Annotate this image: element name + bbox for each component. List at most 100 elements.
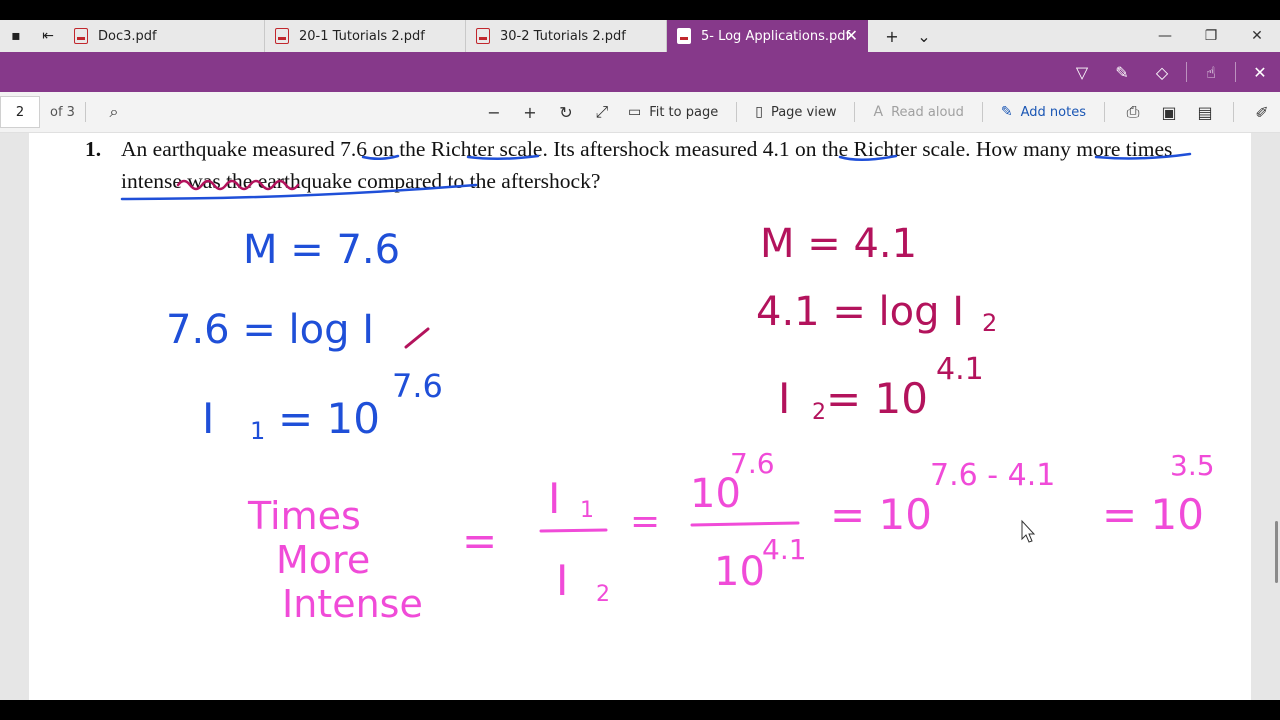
ink-left-i1: I (202, 394, 214, 443)
ink-eq-2: = (630, 501, 660, 542)
page-count: of 3 (50, 104, 75, 120)
tab-actions-icon[interactable]: ▪ (0, 20, 32, 52)
read-aloud-button[interactable]: A Read aloud (873, 104, 963, 120)
page-view-label: Page view (770, 104, 837, 120)
document-viewer[interactable]: 1. An earthquake measured 7.6 on the Ric… (0, 133, 1280, 700)
rotate-icon[interactable]: ↻ (548, 103, 584, 122)
underline-4-1 (838, 154, 898, 161)
ink-label-times: Times (247, 494, 361, 538)
pin-toolbar-icon[interactable]: ✐ (1244, 103, 1280, 122)
ink-annotations: M = 7.6 7.6 = log I I 1 = 10 7.6 M = 4.1… (120, 152, 1215, 626)
ink-eq-3-exp: 7.6 - 4.1 (930, 458, 1055, 493)
zoom-out-icon[interactable]: − (476, 103, 512, 122)
save-as-icon[interactable]: ▤ (1187, 103, 1223, 122)
underline-richter (466, 154, 540, 161)
eraser-icon[interactable]: ◇ (1142, 63, 1182, 82)
ink-frac2-num-exp: 7.6 (730, 447, 775, 480)
touch-writing-icon[interactable]: ☝ (1191, 63, 1231, 82)
ink-left-eq: 7.6 = log I (166, 307, 374, 353)
page-view-button[interactable]: ▯ Page view (755, 104, 836, 120)
tab-label: 5- Log Applications.pdf (701, 28, 851, 44)
full-screen-icon[interactable]: ⤢ (584, 102, 620, 122)
ink-eq-4-exp: 3.5 (1170, 449, 1215, 482)
tab-label: 30-2 Tutorials 2.pdf (500, 28, 626, 44)
fit-to-page-icon: ▭ (627, 104, 642, 120)
tab-30-2-tutorials[interactable]: 30-2 Tutorials 2.pdf (466, 20, 667, 52)
page-number-input[interactable]: 2 (0, 96, 40, 128)
ink-right-equals: = 10 (826, 374, 928, 423)
toolbar-divider (1104, 102, 1105, 122)
ink-right-eq-sub: 2 (982, 309, 997, 337)
add-notes-button[interactable]: ✎ Add notes (1001, 104, 1086, 120)
ink-toolbar: ▽ ✎ ◇ ☝ ✕ (0, 52, 1280, 92)
pdf-file-icon (74, 28, 88, 44)
pdf-toolbar: 2 of 3 ⌕ − + ↻ ⤢ ▭ Fit to page ▯ Page vi… (0, 92, 1280, 133)
ink-right-m: M = 4.1 (760, 221, 917, 267)
tab-20-1-tutorials[interactable]: 20-1 Tutorials 2.pdf (265, 20, 466, 52)
ink-left-equals: = 10 (278, 394, 380, 443)
zoom-in-icon[interactable]: + (512, 103, 548, 122)
toolbar-divider (854, 102, 856, 122)
print-icon[interactable]: ⎙ (1115, 102, 1151, 122)
tab-label: Doc3.pdf (98, 28, 157, 44)
pdf-file-icon (476, 28, 490, 44)
search-icon[interactable]: ⌕ (96, 102, 132, 122)
read-aloud-icon: A (873, 104, 884, 120)
vertical-scrollbar[interactable] (1275, 521, 1278, 583)
ink-frac2-den: 10 (714, 549, 765, 595)
toolbar-divider (736, 102, 738, 122)
fit-to-page-label: Fit to page (649, 104, 719, 120)
tab-log-applications[interactable]: 5- Log Applications.pdf ✕ (667, 20, 868, 52)
ink-right-i2: I (778, 374, 790, 423)
pdf-file-icon (677, 28, 691, 44)
ink-frac1-den-sub: 2 (596, 582, 610, 607)
toolbar-divider (1186, 62, 1187, 82)
toolbar-divider (84, 102, 86, 122)
squiggle-times-intense (176, 179, 300, 191)
ink-left-i1-sub: 1 (250, 417, 265, 445)
fit-to-page-button[interactable]: ▭ Fit to page (628, 104, 718, 120)
add-notes-label: Add notes (1020, 104, 1086, 120)
ink-left-exp: 7.6 (392, 367, 443, 405)
ballpoint-pen-icon[interactable]: ▽ (1062, 63, 1102, 82)
ink-frac1-den: I (556, 556, 568, 605)
close-ink-icon[interactable]: ✕ (1240, 63, 1280, 82)
ink-frac2-den-exp: 4.1 (762, 533, 807, 566)
ink-left-m: M = 7.6 (243, 227, 400, 273)
fraction-bar-1 (539, 528, 608, 533)
pdf-file-icon (275, 28, 289, 44)
highlighter-icon[interactable]: ✎ (1102, 63, 1142, 82)
minimize-icon[interactable]: — (1142, 20, 1188, 52)
toolbar-divider (1233, 102, 1234, 122)
close-window-icon[interactable]: ✕ (1234, 20, 1280, 52)
bottom-letterbox (0, 700, 1280, 720)
new-tab-icon[interactable]: + (876, 27, 908, 46)
restore-icon[interactable]: ❐ (1188, 20, 1234, 52)
ink-label-intense: Intense (282, 582, 423, 626)
ink-frac1-num-sub: 1 (580, 498, 594, 523)
tab-label: 20-1 Tutorials 2.pdf (299, 28, 425, 44)
read-aloud-label: Read aloud (891, 104, 964, 120)
tab-list-chevron-icon[interactable]: ⌄ (908, 27, 940, 46)
ink-right-exp: 4.1 (936, 352, 984, 387)
page-view-icon: ▯ (755, 104, 763, 120)
tab-doc3[interactable]: Doc3.pdf (64, 20, 265, 52)
toolbar-divider (981, 102, 983, 122)
ink-label-more: More (276, 538, 370, 582)
ink-eq-1: = (462, 516, 497, 565)
mouse-pointer-icon (1021, 519, 1036, 543)
pen-icon: ✎ (1000, 104, 1013, 120)
subscript-tick (404, 327, 430, 349)
underline-7-6 (361, 154, 400, 160)
ink-right-eq: 4.1 = log I (756, 289, 964, 335)
ink-eq-4: = 10 (1102, 490, 1204, 539)
save-icon[interactable]: ▣ (1151, 103, 1187, 122)
fraction-bar-2 (690, 521, 800, 527)
tab-bar: ▪ ⇤ Doc3.pdf 20-1 Tutorials 2.pdf 30-2 T… (0, 20, 1280, 52)
underline-second-line (120, 183, 478, 201)
close-tab-icon[interactable]: ✕ (845, 26, 858, 45)
toolbar-divider (1235, 62, 1236, 82)
set-aside-tabs-icon[interactable]: ⇤ (32, 20, 64, 52)
ink-eq-3: = 10 (830, 490, 932, 539)
underline-how-many (1094, 152, 1192, 160)
